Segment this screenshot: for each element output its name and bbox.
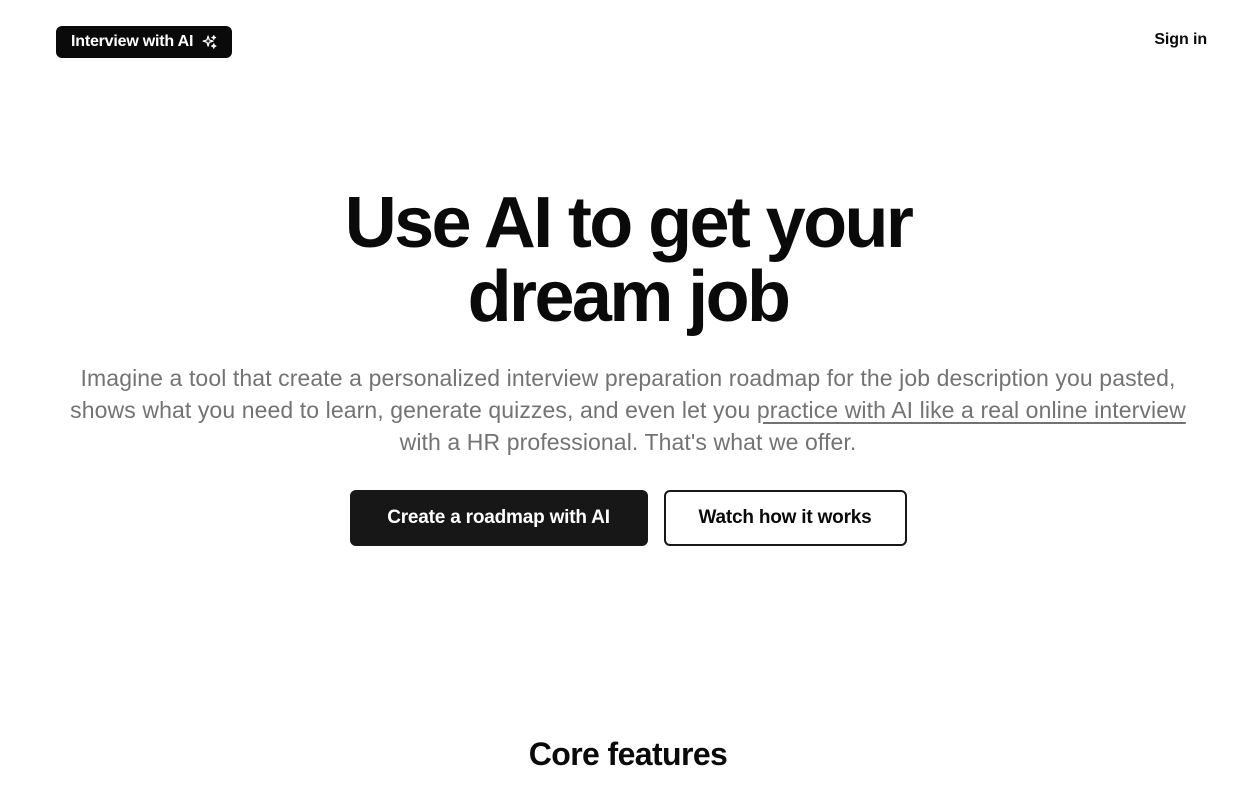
create-roadmap-button[interactable]: Create a roadmap with AI bbox=[349, 490, 648, 546]
landing-page: Interview with AI Sign in Use AI to get … bbox=[0, 0, 1256, 797]
sign-in-link[interactable]: Sign in bbox=[1154, 31, 1207, 49]
sparkles-icon bbox=[202, 34, 217, 49]
hero-title-line-1: Use AI to get your bbox=[344, 183, 914, 263]
logo-label: Interview with AI bbox=[71, 33, 194, 50]
hero-description: Imagine a tool that create a personalize… bbox=[60, 362, 1196, 458]
practice-with-ai-link[interactable]: practice with AI like a real online inte… bbox=[757, 397, 1186, 423]
hero-title-line-2: dream job bbox=[467, 257, 791, 337]
watch-how-it-works-button[interactable]: Watch how it works bbox=[663, 490, 907, 546]
top-nav: Interview with AI Sign in bbox=[0, 0, 1256, 84]
hero-description-after: with a HR professional. That's what we o… bbox=[399, 429, 857, 455]
core-features-title: Core features bbox=[528, 736, 728, 772]
hero-title: Use AI to get your dream job bbox=[0, 186, 1256, 334]
cta-row: Create a roadmap with AI Watch how it wo… bbox=[0, 490, 1256, 546]
logo-badge[interactable]: Interview with AI bbox=[56, 26, 233, 58]
